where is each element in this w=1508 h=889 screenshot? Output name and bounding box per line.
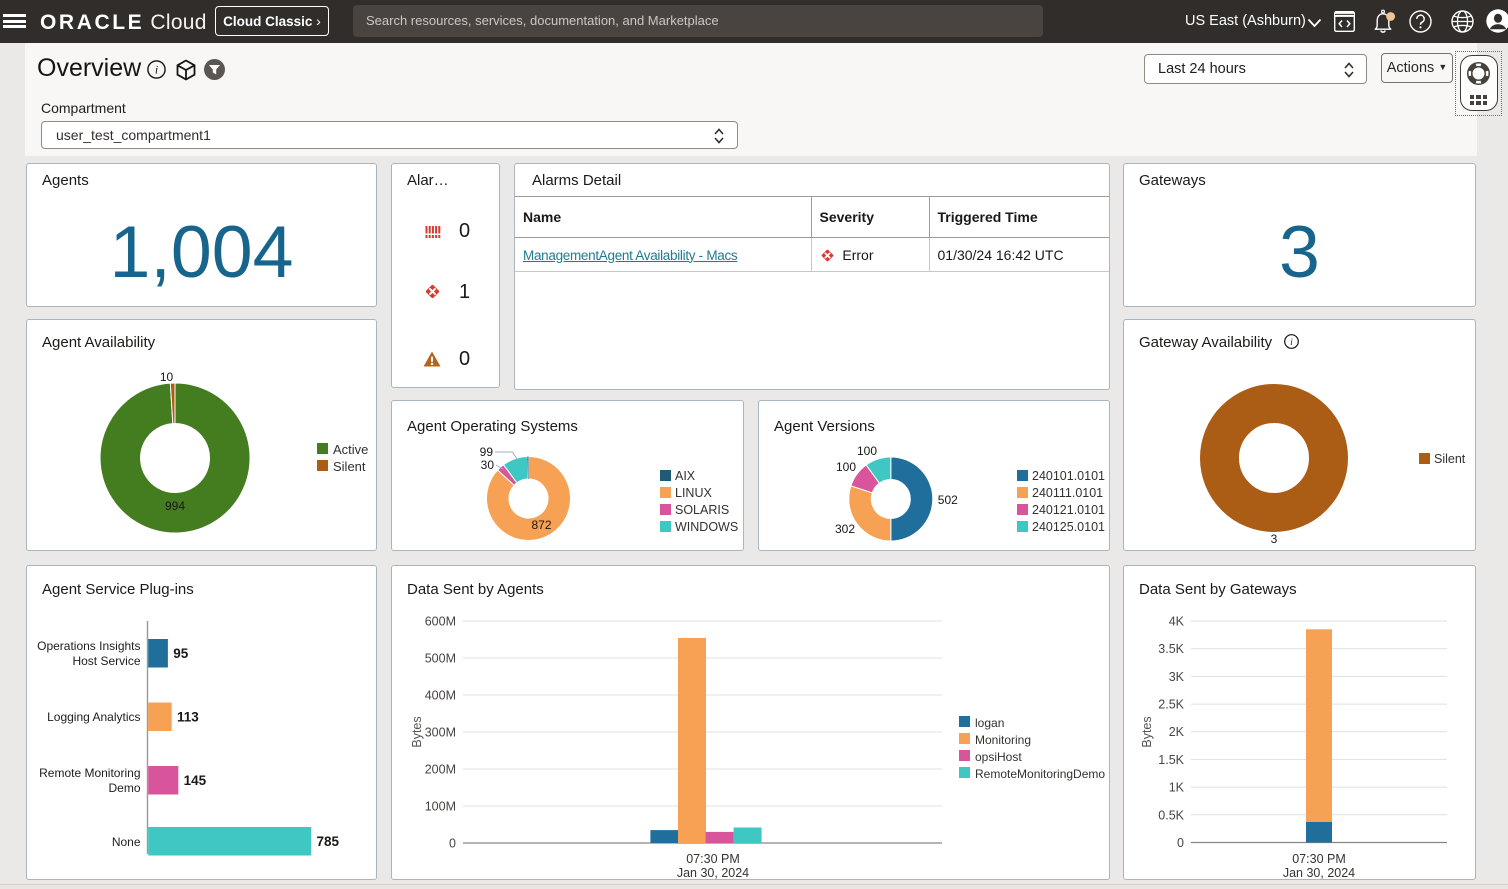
svg-text:1K: 1K — [1169, 781, 1185, 795]
svg-text:0.5K: 0.5K — [1158, 808, 1184, 822]
svg-text:07:30 PM: 07:30 PM — [1292, 852, 1346, 866]
svg-text:Jan 30, 2024: Jan 30, 2024 — [677, 866, 749, 880]
svg-text:500M: 500M — [425, 652, 456, 666]
svg-text:994: 994 — [165, 499, 185, 513]
svg-text:95: 95 — [173, 646, 189, 661]
svg-text:1.5K: 1.5K — [1158, 753, 1184, 767]
svg-text:07:30 PM: 07:30 PM — [686, 852, 740, 866]
svg-text:502: 502 — [938, 493, 958, 507]
svg-text:4K: 4K — [1169, 615, 1185, 629]
svg-text:Logging Analytics: Logging Analytics — [47, 710, 140, 724]
svg-text:99: 99 — [480, 445, 494, 459]
svg-text:100M: 100M — [425, 800, 456, 814]
svg-text:Bytes: Bytes — [1140, 716, 1154, 747]
svg-text:None: None — [112, 835, 141, 849]
svg-text:3.5K: 3.5K — [1158, 642, 1184, 656]
svg-text:113: 113 — [177, 710, 199, 725]
svg-text:Host Service: Host Service — [72, 654, 140, 668]
svg-text:Remote Monitoring: Remote Monitoring — [39, 766, 140, 780]
svg-text:2K: 2K — [1169, 725, 1185, 739]
svg-text:10: 10 — [160, 370, 174, 384]
svg-text:0: 0 — [449, 837, 456, 851]
svg-text:300M: 300M — [425, 726, 456, 740]
svg-text:2.5K: 2.5K — [1158, 698, 1184, 712]
svg-text:400M: 400M — [425, 689, 456, 703]
svg-text:872: 872 — [532, 518, 552, 532]
svg-text:0: 0 — [1177, 836, 1184, 850]
svg-text:30: 30 — [481, 458, 495, 472]
svg-text:600M: 600M — [425, 615, 456, 629]
svg-text:785: 785 — [317, 834, 340, 849]
svg-text:Demo: Demo — [108, 781, 140, 795]
svg-text:100: 100 — [836, 460, 856, 474]
svg-text:302: 302 — [835, 522, 855, 536]
svg-text:Bytes: Bytes — [410, 716, 424, 747]
svg-text:100: 100 — [857, 444, 877, 458]
svg-text:3K: 3K — [1169, 670, 1185, 684]
svg-text:145: 145 — [184, 773, 207, 788]
svg-text:3: 3 — [1271, 532, 1278, 546]
svg-text:Operations Insights: Operations Insights — [37, 639, 140, 653]
svg-text:i: i — [155, 63, 158, 77]
svg-text:200M: 200M — [425, 763, 456, 777]
svg-text:Jan 30, 2024: Jan 30, 2024 — [1283, 866, 1355, 880]
